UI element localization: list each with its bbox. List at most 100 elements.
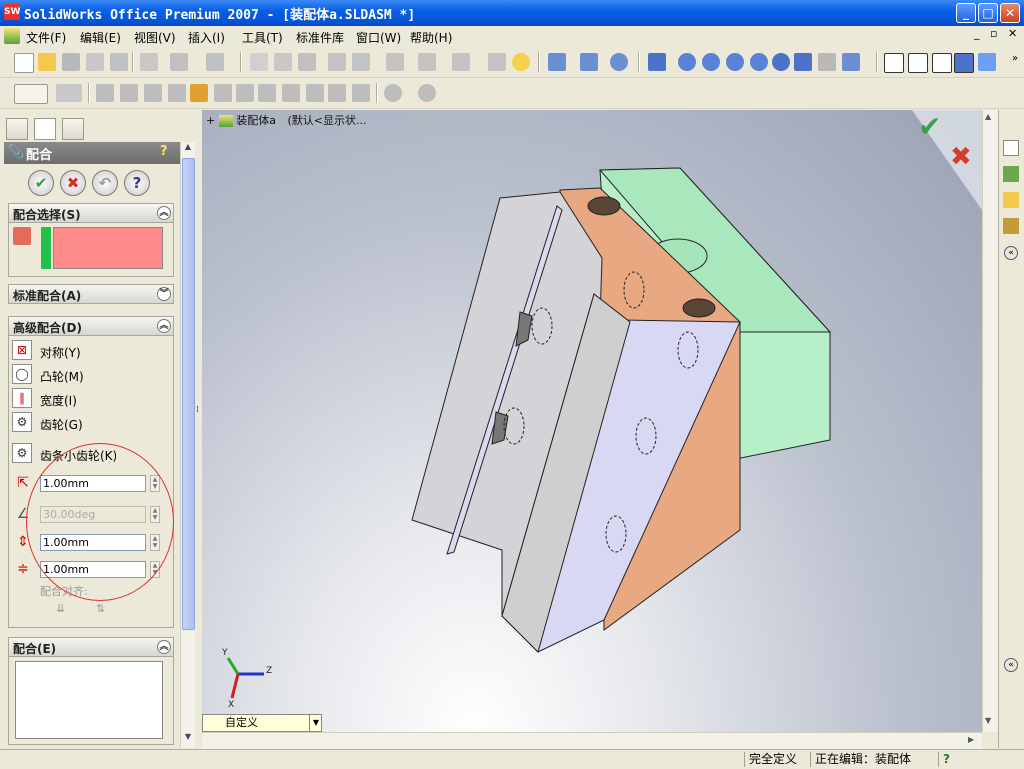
print-icon[interactable] <box>86 53 104 71</box>
configuration-dropdown[interactable]: 自定义 ▼ <box>202 714 322 732</box>
ok-button[interactable]: ✔ <box>28 170 54 196</box>
feature-icon-3[interactable] <box>144 84 162 102</box>
mates-list[interactable] <box>15 661 163 739</box>
feature-manager-tab[interactable] <box>6 118 28 140</box>
feature-tree-flyout[interactable]: + 装配体a (默认<显示状... <box>206 112 366 128</box>
menu-edit[interactable]: 编辑(E) <box>80 29 121 46</box>
explode-view-icon[interactable] <box>610 53 628 71</box>
help-button[interactable]: ? <box>124 170 150 196</box>
expand-icon[interactable]: + <box>206 114 219 127</box>
expand-chevron-icon[interactable]: ︾ <box>157 287 171 301</box>
panel-splitter-handle[interactable]: ⁞ <box>196 405 200 429</box>
advanced-mates-header[interactable]: 高级配合(D) ︽ <box>8 316 174 336</box>
configuration-manager-tab[interactable] <box>62 118 84 140</box>
feature-icon-1[interactable] <box>96 84 114 102</box>
document-icon[interactable] <box>4 28 20 44</box>
minimize-button[interactable]: _ <box>956 3 976 23</box>
sketch-icon[interactable] <box>352 53 370 71</box>
print-preview-icon[interactable] <box>110 53 128 71</box>
scroll-right-icon[interactable]: ▶ <box>968 735 974 744</box>
feature-icon-4[interactable] <box>168 84 186 102</box>
zoom-selection-icon[interactable] <box>750 53 768 71</box>
menu-file[interactable]: 文件(F) <box>26 29 66 46</box>
table-icon[interactable] <box>488 53 506 71</box>
confirm-ok-icon[interactable]: ✔ <box>918 110 941 143</box>
pan-icon[interactable] <box>794 53 812 71</box>
collapse-chevron-icon[interactable]: ︽ <box>157 640 171 654</box>
select-arrow-icon[interactable] <box>250 53 268 71</box>
toolbar-overflow-icon[interactable]: » <box>1012 53 1018 64</box>
viewport-horizontal-scrollbar[interactable]: ▶ <box>202 732 982 749</box>
panel-scrollbar[interactable]: ▲ ▼ <box>180 142 195 748</box>
zoom-fit-icon[interactable] <box>678 53 696 71</box>
menu-standard-parts[interactable]: 标准件库 <box>296 29 344 46</box>
menu-window[interactable]: 窗口(W) <box>356 29 401 46</box>
previous-view-icon[interactable] <box>818 53 836 71</box>
scroll-down-icon[interactable]: ▼ <box>182 732 194 746</box>
entities-to-mate-list[interactable] <box>53 227 163 269</box>
options-icon[interactable] <box>298 53 316 71</box>
viewport-vertical-scrollbar[interactable]: ▲ ▼ <box>982 110 999 732</box>
scroll-up-icon[interactable]: ▲ <box>182 142 194 156</box>
cancel-button[interactable]: ✖ <box>60 170 86 196</box>
graphics-viewport[interactable]: ✔ ✖ Y Z X <box>202 110 982 732</box>
menu-view[interactable]: 视图(V) <box>134 29 176 46</box>
design-library-icon[interactable] <box>1003 166 1019 182</box>
open-file-icon[interactable] <box>38 53 56 71</box>
feature-icon-9[interactable] <box>306 84 324 102</box>
doc-minimize-button[interactable]: _ <box>974 27 980 40</box>
shaded-icon[interactable] <box>978 53 996 71</box>
collapse-chevron-icon[interactable]: ︽ <box>157 319 171 333</box>
aligned-icon[interactable]: ⇊ <box>56 602 72 616</box>
toolbox-icon[interactable] <box>190 84 208 102</box>
chevron-down-icon[interactable]: ▼ <box>309 715 322 731</box>
hidden-lines-visible-icon[interactable] <box>908 53 928 73</box>
doc-close-button[interactable]: ✕ <box>1008 27 1017 40</box>
mates-header[interactable]: 配合(E) ︽ <box>8 637 174 657</box>
expand-pane-icon[interactable]: « <box>1004 658 1018 672</box>
standard-mates-header[interactable]: 标准配合(A) ︾ <box>8 284 174 304</box>
feature-icon-11[interactable] <box>352 84 370 102</box>
collapse-chevron-icon[interactable]: ︽ <box>157 206 171 220</box>
grid-icon[interactable] <box>328 53 346 71</box>
rebuild-icon[interactable] <box>274 53 292 71</box>
undo-icon[interactable] <box>170 53 188 71</box>
file-explorer-icon[interactable] <box>1003 192 1019 208</box>
confirm-cancel-icon[interactable]: ✖ <box>950 142 972 172</box>
select-filter-icon[interactable] <box>648 53 666 71</box>
app-logo-icon[interactable]: SW <box>4 4 20 20</box>
menu-tools[interactable]: 工具(T) <box>242 29 283 46</box>
anti-aligned-icon[interactable]: ⇅ <box>96 602 112 616</box>
save-icon[interactable] <box>62 53 80 71</box>
help-icon[interactable] <box>512 53 530 71</box>
smart-dimension-icon[interactable] <box>386 53 404 71</box>
panel-help-icon[interactable]: ? <box>160 144 168 159</box>
home-icon[interactable] <box>1003 140 1019 156</box>
property-manager-tab[interactable] <box>34 118 56 140</box>
hidden-lines-removed-icon[interactable] <box>932 53 952 73</box>
feature-icon-7[interactable] <box>258 84 276 102</box>
scroll-down-icon[interactable]: ▼ <box>985 716 991 725</box>
undo-button[interactable]: ↶ <box>92 170 118 196</box>
feature-icon-6[interactable] <box>236 84 254 102</box>
feature-icon-8[interactable] <box>282 84 300 102</box>
maximize-button[interactable]: □ <box>978 3 998 23</box>
settings-gear-icon[interactable] <box>418 84 436 102</box>
mate-icon[interactable] <box>548 53 566 71</box>
rotate-icon[interactable] <box>772 53 790 71</box>
feature-icon-2[interactable] <box>120 84 138 102</box>
status-help-icon[interactable]: ? <box>938 752 961 767</box>
zoom-in-out-icon[interactable] <box>726 53 744 71</box>
pattern-icon[interactable] <box>384 84 402 102</box>
collapse-pane-icon[interactable]: « <box>1004 246 1018 260</box>
assembly-dropdown-icon[interactable] <box>14 84 48 104</box>
scroll-up-icon[interactable]: ▲ <box>985 112 991 121</box>
scroll-thumb[interactable] <box>182 158 195 630</box>
redo-icon[interactable] <box>206 53 224 71</box>
move-component-icon[interactable] <box>580 53 598 71</box>
menu-insert[interactable]: 插入(I) <box>188 29 225 46</box>
zoom-area-icon[interactable] <box>702 53 720 71</box>
new-file-icon[interactable] <box>14 53 34 73</box>
cut-icon[interactable] <box>140 53 158 71</box>
close-button[interactable]: ✕ <box>1000 3 1020 23</box>
